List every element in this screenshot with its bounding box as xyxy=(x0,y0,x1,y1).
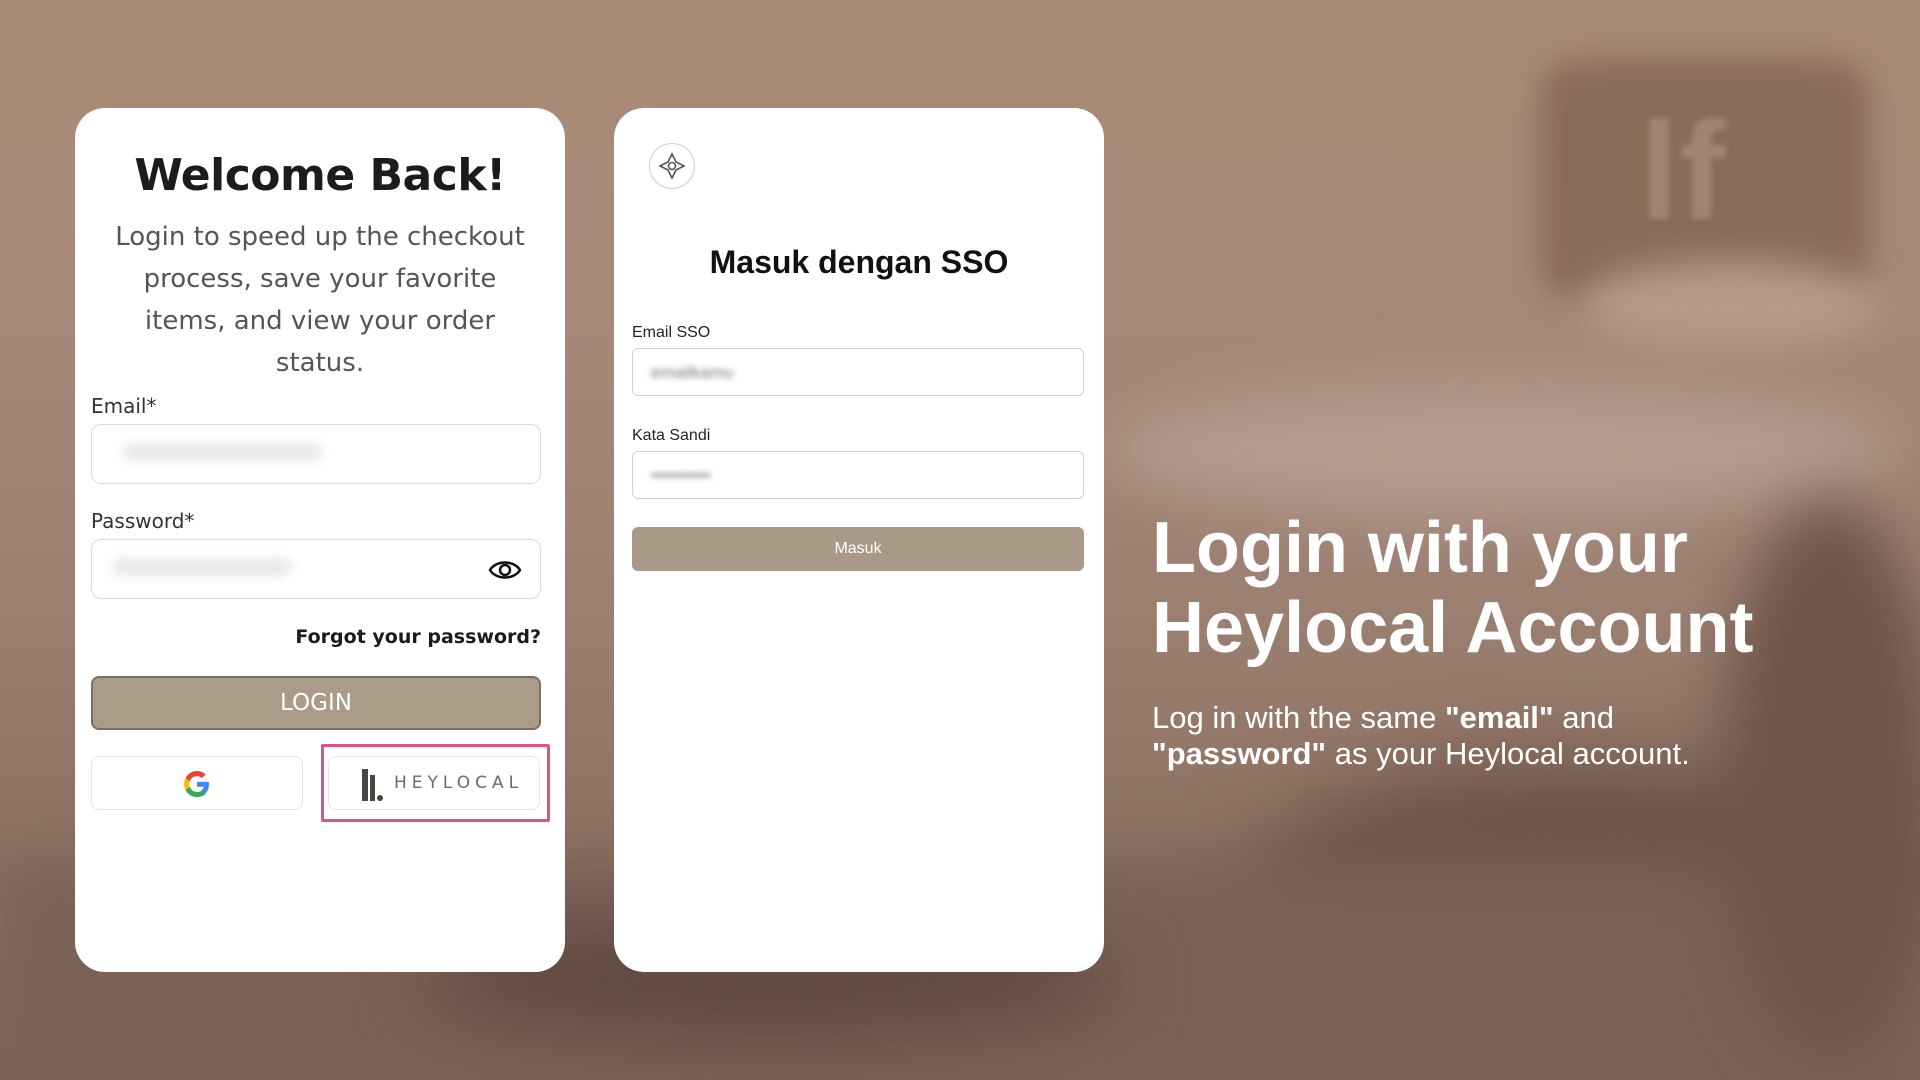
storefront-logo-icon: lf xyxy=(1640,92,1726,249)
login-card: Welcome Back! Login to speed up the chec… xyxy=(75,108,565,972)
google-g-icon xyxy=(184,771,209,797)
sso-password-field[interactable]: •••••••••• xyxy=(632,451,1084,499)
sso-title: Masuk dengan SSO xyxy=(709,244,1009,280)
forgot-password-link[interactable]: Forgot your password? xyxy=(295,626,541,648)
sso-password-label: Kata Sandi xyxy=(632,427,711,444)
sso-email-label: Email SSO xyxy=(632,324,711,341)
headline-line-2: Heylocal Account xyxy=(1152,588,1754,668)
sso-shield-icon xyxy=(658,152,686,180)
sso-password-value: •••••••••• xyxy=(651,466,711,485)
desc-password: "password" xyxy=(1152,736,1327,771)
desc-prefix: Log in with the same xyxy=(1152,700,1445,735)
sso-email-value: emailkamu xyxy=(651,363,734,382)
description: Log in with the same "email" and "passwo… xyxy=(1152,700,1872,772)
desc-suffix: as your Heylocal account. xyxy=(1326,736,1690,771)
login-button[interactable]: LOGIN xyxy=(91,676,541,730)
page-title: Welcome Back! xyxy=(134,150,506,201)
google-login-button[interactable] xyxy=(91,756,303,810)
headline-line-1: Login with your xyxy=(1152,508,1688,588)
desc-email: "email" xyxy=(1444,700,1554,735)
email-label: Email* xyxy=(91,394,157,418)
desc-and: and xyxy=(1553,700,1614,735)
headline: Login with your Heylocal Account xyxy=(1152,508,1872,668)
login-subtitle: Login to speed up the checkout process, … xyxy=(115,222,525,378)
show-password-eye-icon[interactable] xyxy=(488,556,522,584)
sso-email-field[interactable]: emailkamu xyxy=(632,348,1084,396)
email-field[interactable] xyxy=(91,424,541,484)
heylocal-highlight-box xyxy=(321,744,550,822)
password-field[interactable] xyxy=(91,539,541,599)
sso-logo xyxy=(649,143,695,189)
password-label: Password* xyxy=(91,509,195,533)
sso-card: Masuk dengan SSO Email SSO emailkamu Kat… xyxy=(614,108,1104,972)
masuk-button[interactable]: Masuk xyxy=(632,527,1084,571)
